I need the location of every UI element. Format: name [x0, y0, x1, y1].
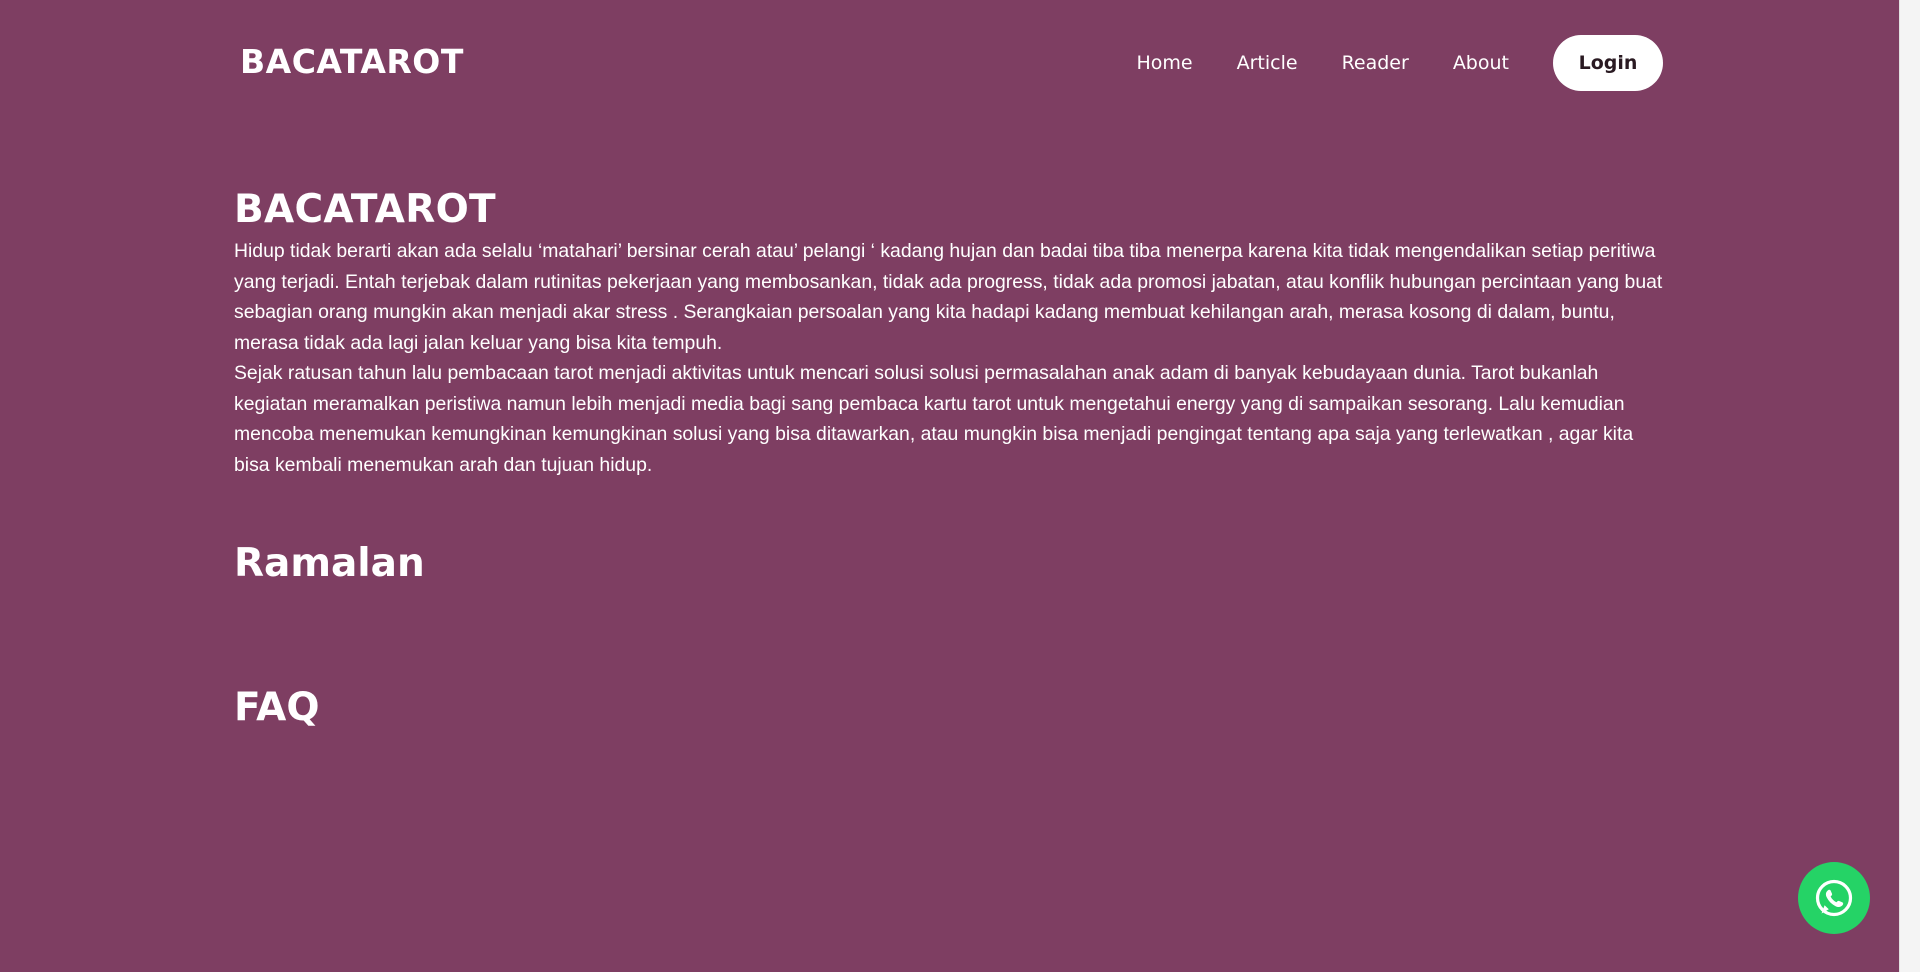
login-button[interactable]: Login: [1553, 35, 1663, 91]
nav-link-article[interactable]: Article: [1237, 35, 1298, 91]
hero-paragraph: Sejak ratusan tahun lalu pembacaan tarot…: [234, 362, 1634, 476]
nav-link-about[interactable]: About: [1453, 35, 1509, 91]
nav-link-home[interactable]: Home: [1137, 35, 1193, 91]
brand-logo[interactable]: BACATAROT: [240, 40, 464, 84]
whatsapp-icon: [1815, 879, 1853, 917]
nav-link-reader[interactable]: Reader: [1342, 35, 1409, 91]
hero-title: BACATAROT: [234, 187, 496, 232]
hero-section: BACATAROT Hidup tidak berarti akan ada s…: [234, 184, 1666, 480]
faq-heading: FAQ: [234, 685, 320, 730]
page-scrollbar[interactable]: [1899, 0, 1920, 972]
ramalan-heading: Ramalan: [234, 541, 425, 586]
whatsapp-button[interactable]: [1798, 862, 1870, 934]
hero-paragraph: Hidup tidak berarti akan ada selalu ‘mat…: [234, 240, 1663, 354]
navbar: BACATAROT Home Article Reader About Logi…: [0, 0, 1899, 125]
nav-links: Home Article Reader About Login: [1137, 35, 1663, 91]
page-background: BACATAROT Home Article Reader About Logi…: [0, 0, 1899, 972]
